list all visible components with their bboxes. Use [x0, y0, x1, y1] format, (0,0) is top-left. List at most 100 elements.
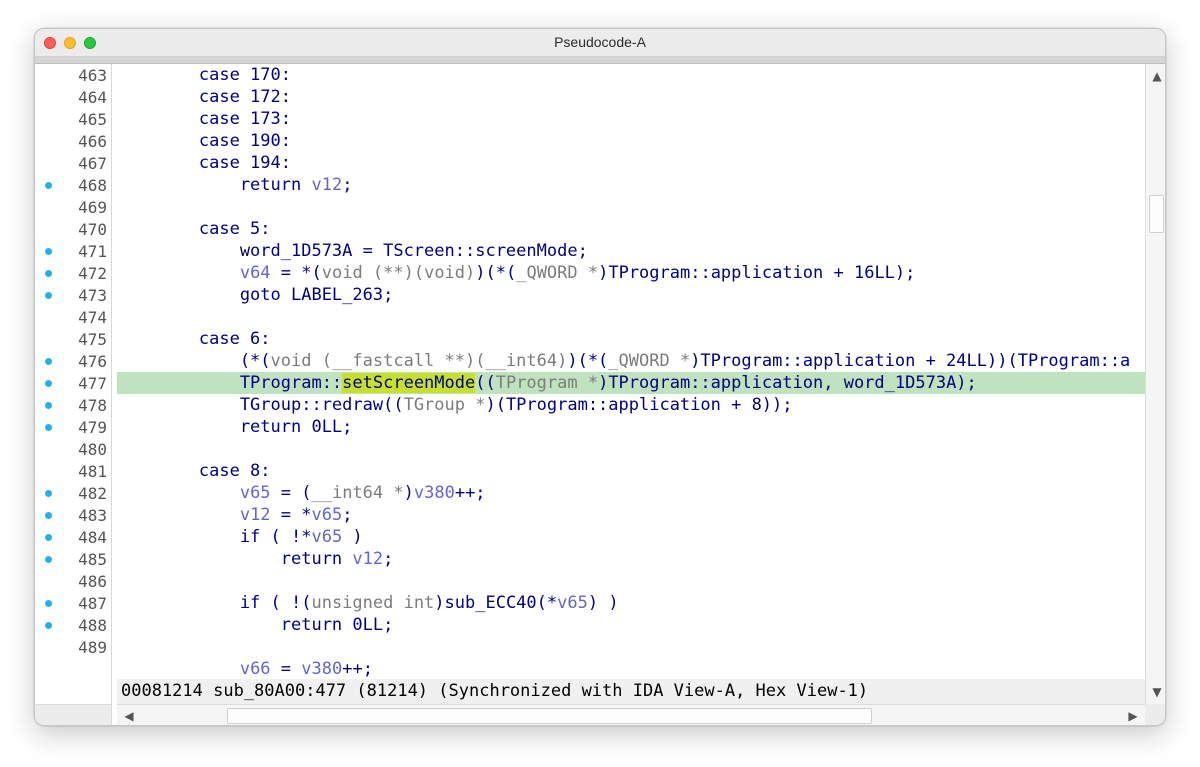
line-number-label: 472: [78, 264, 107, 283]
line-number-label: 484: [78, 528, 107, 547]
line-number-label: 485: [78, 550, 107, 569]
line-number[interactable]: 474: [35, 306, 112, 328]
line-number-label: 476: [78, 352, 107, 371]
code-line[interactable]: [117, 636, 1145, 658]
code-line[interactable]: if ( !(unsigned int)sub_ECC40(*v65) ): [117, 592, 1145, 614]
title-bar[interactable]: Pseudocode-A: [35, 29, 1165, 57]
scroll-left-arrow-icon[interactable]: ◀: [119, 705, 139, 725]
line-number[interactable]: 479: [35, 416, 112, 438]
code-line[interactable]: return v12;: [117, 174, 1145, 196]
line-number[interactable]: 476: [35, 350, 112, 372]
line-number[interactable]: 464: [35, 86, 112, 108]
code-line[interactable]: case 190:: [117, 130, 1145, 152]
code-line[interactable]: case 172:: [117, 86, 1145, 108]
line-number[interactable]: 468: [35, 174, 112, 196]
breakpoint-dot-icon[interactable]: [45, 556, 52, 563]
line-number[interactable]: 465: [35, 108, 112, 130]
breakpoint-dot-icon[interactable]: [45, 292, 52, 299]
code-line[interactable]: return 0LL;: [117, 416, 1145, 438]
line-number-label: 489: [78, 638, 107, 657]
code-line[interactable]: case 194:: [117, 152, 1145, 174]
line-number-label: 479: [78, 418, 107, 437]
current-code-line[interactable]: TProgram::setScreenMode((TProgram *)TPro…: [117, 372, 1145, 394]
line-number-label: 469: [78, 198, 107, 217]
breakpoint-dot-icon[interactable]: [45, 424, 52, 431]
line-number[interactable]: 487: [35, 592, 112, 614]
line-number[interactable]: 483: [35, 504, 112, 526]
line-number[interactable]: 470: [35, 218, 112, 240]
code-line[interactable]: v12 = *v65;: [117, 504, 1145, 526]
breakpoint-dot-icon[interactable]: [45, 358, 52, 365]
line-number-label: 467: [78, 154, 107, 173]
code-line[interactable]: return v12;: [117, 548, 1145, 570]
code-line[interactable]: case 173:: [117, 108, 1145, 130]
horizontal-scrollbar[interactable]: ◀ ▶: [117, 704, 1145, 725]
horizontal-scroll-thumb[interactable]: [227, 708, 872, 724]
line-number[interactable]: 486: [35, 570, 112, 592]
code-line[interactable]: return 0LL;: [117, 614, 1145, 636]
breakpoint-dot-icon[interactable]: [45, 490, 52, 497]
code-line[interactable]: [117, 196, 1145, 218]
line-number[interactable]: 478: [35, 394, 112, 416]
line-number-gutter[interactable]: 463 464 465 466 467 468 469 470 471 472 473 474 475 4…: [35, 64, 112, 704]
breakpoint-dot-icon[interactable]: [45, 512, 52, 519]
code-line[interactable]: [117, 570, 1145, 592]
code-line[interactable]: v64 = *(void (**)(void))(*(_QWORD *)TPro…: [117, 262, 1145, 284]
breakpoint-dot-icon[interactable]: [45, 380, 52, 387]
vertical-scrollbar[interactable]: ▲ ▼: [1145, 64, 1165, 704]
code-line[interactable]: [117, 438, 1145, 460]
scroll-right-arrow-icon[interactable]: ▶: [1123, 705, 1143, 725]
code-editor[interactable]: case 170: case 172: case 173: case 190: …: [117, 64, 1145, 704]
line-number[interactable]: 488: [35, 614, 112, 636]
code-line[interactable]: (*(void (__fastcall **)(__int64))(*(_QWO…: [117, 350, 1145, 372]
code-line[interactable]: v65 = (__int64 *)v380++;: [117, 482, 1145, 504]
line-number-label: 480: [78, 440, 107, 459]
breakpoint-dot-icon[interactable]: [45, 600, 52, 607]
code-line[interactable]: case 170:: [117, 64, 1145, 86]
line-number[interactable]: 485: [35, 548, 112, 570]
code-line[interactable]: v66 = v380++;: [117, 658, 1145, 680]
line-number[interactable]: 469: [35, 196, 112, 218]
line-number-label: 475: [78, 330, 107, 349]
line-number[interactable]: 473: [35, 284, 112, 306]
breakpoint-dot-icon[interactable]: [45, 182, 52, 189]
code-line[interactable]: [117, 306, 1145, 328]
breakpoint-dot-icon[interactable]: [45, 622, 52, 629]
scroll-down-arrow-icon[interactable]: ▼: [1146, 682, 1165, 702]
code-line[interactable]: case 6:: [117, 328, 1145, 350]
line-number-label: 464: [78, 88, 107, 107]
line-number[interactable]: 471: [35, 240, 112, 262]
toolbar-separator: [35, 57, 1165, 64]
highlighted-identifier[interactable]: setScreenMode: [342, 373, 476, 393]
line-number-label: 487: [78, 594, 107, 613]
breakpoint-dot-icon[interactable]: [45, 248, 52, 255]
line-number[interactable]: 489: [35, 636, 112, 658]
code-line[interactable]: case 8:: [117, 460, 1145, 482]
code-line[interactable]: case 5:: [117, 218, 1145, 240]
code-line[interactable]: word_1D573A = TScreen::screenMode;: [117, 240, 1145, 262]
code-line[interactable]: if ( !*v65 ): [117, 526, 1145, 548]
vertical-scroll-thumb[interactable]: [1149, 195, 1164, 233]
line-number-label: 488: [78, 616, 107, 635]
breakpoint-dot-icon[interactable]: [45, 270, 52, 277]
line-number[interactable]: 484: [35, 526, 112, 548]
pseudocode-window: Pseudocode-A 463 464 465 466 467 468 469 470 471…: [34, 28, 1166, 726]
line-number-label: 483: [78, 506, 107, 525]
line-number[interactable]: 480: [35, 438, 112, 460]
line-number[interactable]: 467: [35, 152, 112, 174]
line-number[interactable]: 475: [35, 328, 112, 350]
code-line[interactable]: TGroup::redraw((TGroup *)(TProgram::appl…: [117, 394, 1145, 416]
line-number[interactable]: 477: [35, 372, 112, 394]
code-line[interactable]: goto LABEL_263;: [117, 284, 1145, 306]
line-number[interactable]: 472: [35, 262, 112, 284]
line-number-label: 473: [78, 286, 107, 305]
line-number[interactable]: 466: [35, 130, 112, 152]
line-number[interactable]: 482: [35, 482, 112, 504]
breakpoint-dot-icon[interactable]: [45, 534, 52, 541]
breakpoint-dot-icon[interactable]: [45, 402, 52, 409]
status-line: 00081214 sub_80A00:477 (81214) (Synchron…: [117, 679, 1145, 704]
line-number[interactable]: 463: [35, 64, 112, 86]
scroll-up-arrow-icon[interactable]: ▲: [1146, 66, 1165, 86]
line-number-label: 465: [78, 110, 107, 129]
line-number[interactable]: 481: [35, 460, 112, 482]
